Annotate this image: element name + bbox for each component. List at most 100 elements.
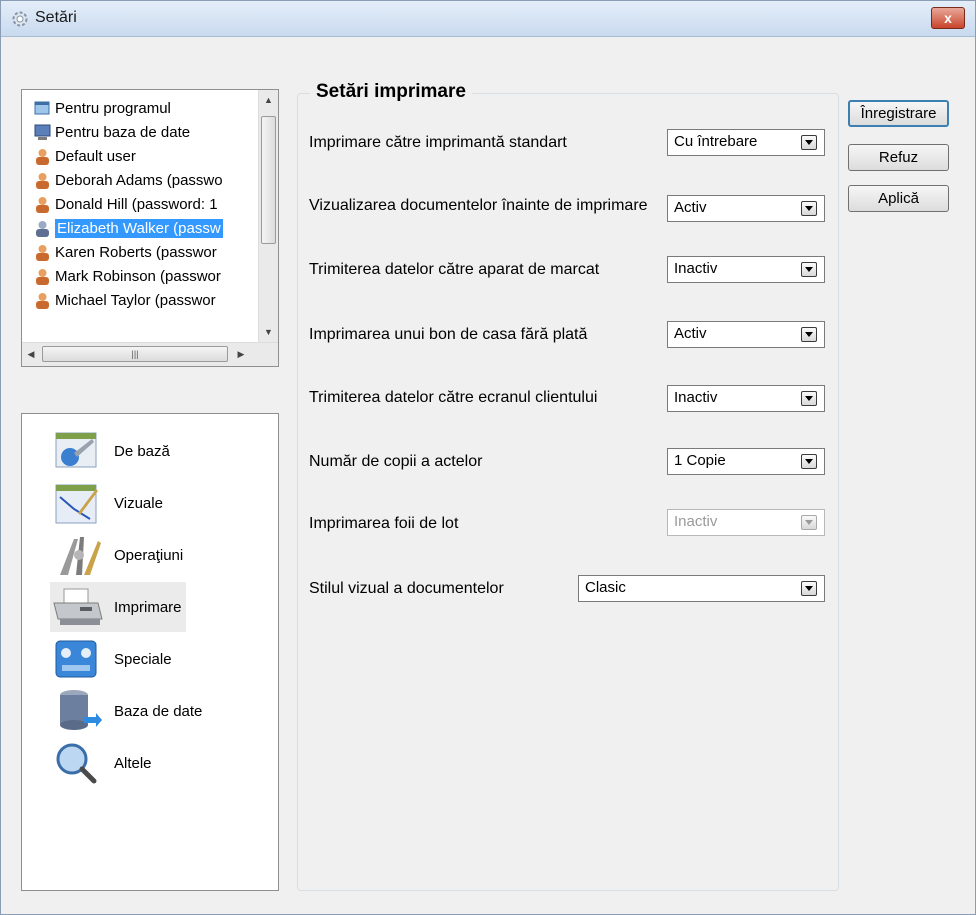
user-icon — [36, 268, 49, 285]
list-item-label: Default user — [55, 147, 136, 165]
chevron-down-icon[interactable] — [801, 391, 817, 406]
setting-label: Vizualizarea documentelor înainte de imp… — [309, 197, 648, 214]
visual-style-select[interactable]: Clasic — [578, 575, 825, 602]
title-bar: Setări x — [1, 1, 975, 37]
database-icon — [60, 690, 102, 730]
list-item-label: Donald Hill (password: 1 — [55, 195, 218, 213]
customer-display-select[interactable]: Inactiv — [667, 385, 825, 412]
list-item-label: Mark Robinson (passwor — [55, 267, 221, 285]
select-value: Inactiv — [674, 513, 718, 530]
save-button[interactable]: Înregistrare — [848, 100, 949, 127]
category-item-operations[interactable]: Operaţiuni — [50, 530, 187, 580]
close-icon: x — [944, 10, 952, 26]
list-item[interactable]: Mark Robinson (passwor — [34, 264, 221, 288]
category-item-basic[interactable]: De bază — [50, 426, 174, 476]
list-item[interactable]: Pentru baza de date — [34, 120, 190, 144]
select-value: Activ — [674, 325, 707, 342]
list-item-label: Pentru baza de date — [55, 123, 191, 141]
program-icon — [34, 101, 50, 114]
setting-label: Imprimarea foii de lot — [309, 515, 459, 532]
category-label: Baza de date — [114, 702, 203, 720]
vertical-scrollbar[interactable]: ▲ ▼ — [258, 90, 278, 342]
category-label: Altele — [114, 754, 152, 772]
category-item-printing[interactable]: Imprimare — [50, 582, 186, 632]
chevron-down-icon[interactable] — [801, 327, 817, 342]
user-list-items: Pentru programul Pentru baza de date Def… — [22, 90, 258, 342]
setting-label: Număr de copii a actelor — [309, 453, 483, 470]
chevron-down-icon[interactable] — [801, 454, 817, 469]
list-item-label: Deborah Adams (passwo — [55, 171, 223, 189]
category-label: Imprimare — [114, 598, 182, 616]
scroll-up-icon[interactable]: ▲ — [259, 90, 278, 110]
print-preview-select[interactable]: Activ — [667, 195, 825, 222]
cash-register-select[interactable]: Inactiv — [667, 256, 825, 283]
free-receipt-select[interactable]: Activ — [667, 321, 825, 348]
category-label: De bază — [114, 442, 170, 460]
category-label: Operaţiuni — [114, 546, 184, 564]
scroll-left-icon[interactable]: ◀ — [22, 343, 40, 365]
magnifier-icon — [56, 743, 97, 784]
default-printer-select[interactable]: Cu întrebare — [667, 129, 825, 156]
user-icon — [36, 172, 49, 189]
list-item-label: Michael Taylor (passwor — [55, 291, 216, 309]
database-monitor-icon — [34, 124, 51, 140]
chevron-down-icon[interactable] — [801, 201, 817, 216]
group-title: Setări imprimare — [310, 81, 472, 103]
chevron-down-icon[interactable] — [801, 135, 817, 150]
operations-tools-icon — [60, 537, 101, 575]
user-icon — [36, 148, 49, 165]
copies-select[interactable]: 1 Copie — [667, 448, 825, 475]
cancel-button[interactable]: Refuz — [848, 144, 949, 171]
gear-icon — [12, 11, 28, 27]
select-value: 1 Copie — [674, 452, 726, 469]
printer-icon — [53, 588, 103, 625]
list-item[interactable]: Michael Taylor (passwor — [34, 288, 216, 312]
select-value: Activ — [674, 199, 707, 216]
setting-label: Imprimarea unui bon de casa fără plată — [309, 326, 588, 343]
window-title: Setări — [35, 9, 77, 26]
list-item-label: Pentru programul — [55, 99, 171, 117]
lot-sheet-select: Inactiv — [667, 509, 825, 536]
setting-label: Trimiterea datelor către aparat de marca… — [309, 261, 600, 278]
category-item-special[interactable]: Speciale — [50, 634, 176, 684]
special-settings-icon — [55, 640, 97, 678]
scroll-right-icon[interactable]: ▶ — [232, 343, 250, 365]
scroll-down-icon[interactable]: ▼ — [259, 322, 278, 342]
category-list[interactable]: De bază Vizuale Operaţiuni Imprimare Spe… — [21, 413, 279, 891]
list-item[interactable]: Default user — [34, 144, 136, 168]
list-item[interactable]: Elizabeth Walker (passw — [34, 216, 223, 240]
user-list[interactable]: Pentru programul Pentru baza de date Def… — [21, 89, 279, 367]
list-item-label: Elizabeth Walker (passw — [55, 218, 223, 238]
horizontal-scrollbar[interactable]: ◀ ||| ▶ — [22, 342, 278, 366]
user-icon — [36, 196, 49, 213]
list-item[interactable]: Donald Hill (password: 1 — [34, 192, 218, 216]
select-value: Inactiv — [674, 260, 718, 277]
select-value: Cu întrebare — [674, 133, 758, 150]
chevron-down-icon[interactable] — [801, 581, 817, 596]
apply-button[interactable]: Aplică — [848, 185, 949, 212]
scroll-thumb[interactable] — [261, 116, 276, 244]
setting-label: Imprimare către imprimantă standart — [309, 134, 567, 151]
select-value: Inactiv — [674, 389, 718, 406]
close-button[interactable]: x — [931, 7, 965, 29]
category-label: Speciale — [114, 650, 172, 668]
list-item[interactable]: Karen Roberts (passwor — [34, 240, 217, 264]
user-icon — [36, 292, 49, 309]
scroll-thumb-horizontal[interactable]: ||| — [42, 346, 228, 362]
category-item-database[interactable]: Baza de date — [50, 686, 206, 736]
list-item[interactable]: Deborah Adams (passwo — [34, 168, 223, 192]
basic-settings-icon — [55, 432, 97, 468]
user-icon — [36, 244, 49, 261]
user-icon — [36, 220, 49, 237]
chevron-down-icon[interactable] — [801, 262, 817, 277]
settings-window: Setări x Pentru programul Pentru baza de… — [0, 0, 976, 915]
select-value: Clasic — [585, 579, 626, 596]
category-item-other[interactable]: Altele — [50, 738, 156, 788]
list-item[interactable]: Pentru programul — [34, 96, 171, 120]
chevron-down-icon — [801, 515, 817, 530]
setting-label: Trimiterea datelor către ecranul clientu… — [309, 389, 598, 406]
list-item-label: Karen Roberts (passwor — [55, 243, 217, 261]
visual-chart-icon — [55, 484, 98, 524]
category-label: Vizuale — [114, 494, 163, 512]
category-item-visual[interactable]: Vizuale — [50, 478, 167, 528]
